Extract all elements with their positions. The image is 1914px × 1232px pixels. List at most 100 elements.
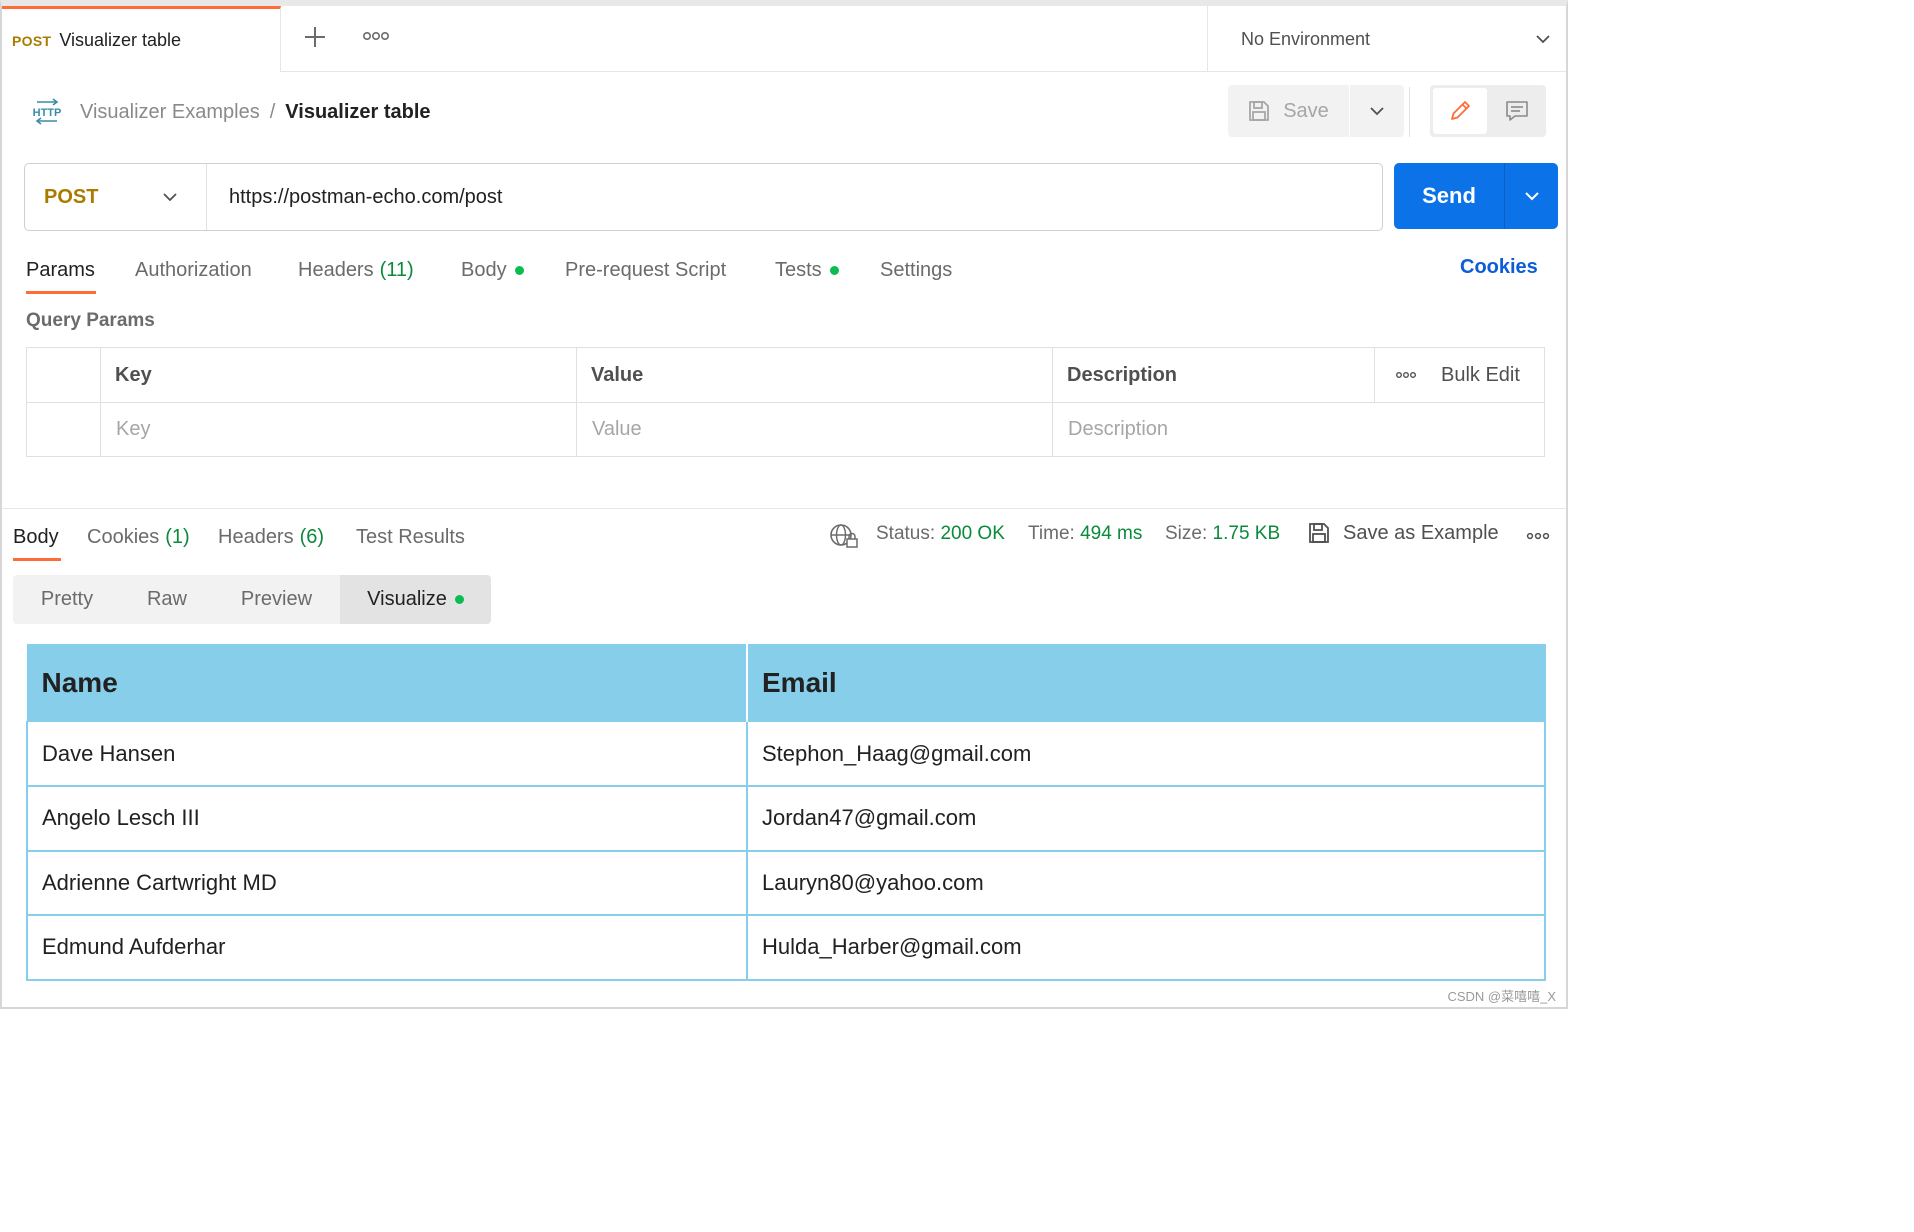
save-as-example-button[interactable]: Save as Example <box>1307 521 1499 545</box>
column-header-name: Name <box>26 644 748 722</box>
tab-count: (1) <box>165 525 190 548</box>
response-tab-cookies[interactable]: Cookies (1) <box>87 523 190 551</box>
tab-settings[interactable]: Settings <box>880 256 952 284</box>
size-value[interactable]: 1.75 KB <box>1213 523 1281 544</box>
comments-button[interactable] <box>1490 88 1544 134</box>
tab-bar: POST Visualizer table No Environment <box>2 6 1566 72</box>
table-divider <box>27 402 1544 403</box>
table-row: Adrienne Cartwright MD Lauryn80@yahoo.co… <box>26 850 1546 916</box>
format-visualize[interactable]: Visualize <box>340 575 491 624</box>
active-response-tab-underline <box>13 558 61 561</box>
send-button-group: Send <box>1394 163 1558 229</box>
save-label: Save <box>1283 99 1329 122</box>
breadcrumb-separator: / <box>269 100 276 123</box>
tab-headers[interactable]: Headers (11) <box>298 256 414 284</box>
pencil-icon <box>1451 101 1470 120</box>
cell-name: Edmund Aufderhar <box>26 914 748 981</box>
network-globe-icon[interactable] <box>829 522 859 550</box>
format-pretty[interactable]: Pretty <box>13 575 121 624</box>
bulk-edit-button[interactable]: Bulk Edit <box>1441 348 1520 402</box>
tab-tests[interactable]: Tests <box>775 256 839 284</box>
tab-label: Body <box>13 525 59 548</box>
table-row: Dave Hansen Stephon_Haag@gmail.com <box>26 721 1546 787</box>
breadcrumb-collection[interactable]: Visualizer Examples <box>80 101 260 124</box>
save-icon <box>1249 101 1270 121</box>
url-input[interactable]: https://postman-echo.com/post <box>229 164 502 230</box>
description-input[interactable]: Description <box>1068 403 1168 456</box>
tab-more-icon[interactable] <box>362 28 390 44</box>
breadcrumb: Visualizer Examples / Visualizer table <box>80 98 431 126</box>
watermark: CSDN @菜嘻嘻_X <box>1447 989 1556 1004</box>
table-header-row: Name Email <box>26 644 1546 722</box>
tab-label: Pre-request Script <box>565 258 727 281</box>
value-input[interactable]: Value <box>592 403 642 456</box>
edit-mode-button[interactable] <box>1433 88 1487 134</box>
tab-label: Headers <box>298 258 374 281</box>
mode-toggle <box>1430 85 1546 137</box>
active-tab-underline <box>26 291 96 294</box>
request-tab-method: POST <box>12 32 52 49</box>
cell-email: Lauryn80@yahoo.com <box>746 850 1546 916</box>
response-tab-headers[interactable]: Headers (6) <box>218 523 324 551</box>
method-select[interactable]: POST <box>25 164 207 230</box>
chevron-down-icon <box>1536 35 1550 44</box>
query-params-title: Query Params <box>26 310 155 331</box>
http-icon-label: HTTP <box>33 107 62 119</box>
tab-label: Headers <box>218 525 294 548</box>
breadcrumb-request-name[interactable]: Visualizer table <box>285 101 430 124</box>
column-header-key: Key <box>115 363 152 386</box>
send-button[interactable]: Send <box>1394 163 1504 229</box>
response-divider <box>2 508 1566 509</box>
new-tab-plus-icon[interactable] <box>302 22 328 52</box>
environment-select[interactable]: No Environment <box>1207 6 1566 72</box>
table-divider <box>1374 348 1375 402</box>
save-as-example-label: Save as Example <box>1343 521 1499 544</box>
request-tab-title: Visualizer table <box>59 30 182 50</box>
save-dropdown-button[interactable] <box>1350 85 1404 137</box>
url-bar: POST https://postman-echo.com/post <box>24 163 1383 231</box>
http-request-icon: HTTP <box>33 98 62 125</box>
chevron-down-icon <box>1524 192 1539 201</box>
response-status: Status: 200 OK <box>876 523 1005 545</box>
more-options-icon[interactable] <box>1395 368 1417 382</box>
comment-icon <box>1506 101 1528 121</box>
tab-label: Authorization <box>135 258 252 281</box>
response-tab-body[interactable]: Body <box>13 523 59 551</box>
more-options-icon[interactable] <box>1526 529 1550 543</box>
visualizer-table: Name Email Dave Hansen Stephon_Haag@gmai… <box>26 644 1546 981</box>
send-dropdown-button[interactable] <box>1505 163 1558 229</box>
method-label: POST <box>44 185 99 208</box>
tab-label: Test Results <box>356 525 465 548</box>
tab-authorization[interactable]: Authorization <box>135 256 252 284</box>
chevron-down-icon <box>163 193 177 202</box>
tab-label: Params <box>26 258 95 281</box>
response-tab-test-results[interactable]: Test Results <box>356 523 465 551</box>
chevron-down-icon <box>1370 107 1384 116</box>
save-button[interactable]: Save <box>1228 85 1348 137</box>
size-label: Size: <box>1165 523 1208 544</box>
status-value[interactable]: 200 OK <box>940 523 1004 544</box>
cell-email: Hulda_Harber@gmail.com <box>746 914 1546 981</box>
table-divider <box>576 348 577 456</box>
toolbar-divider <box>1409 87 1410 137</box>
table-divider <box>100 348 101 456</box>
table-divider <box>1052 348 1053 456</box>
status-dot <box>454 595 464 604</box>
format-raw[interactable]: Raw <box>121 575 213 624</box>
format-visualize-label: Visualize <box>367 588 447 610</box>
cell-name: Adrienne Cartwright MD <box>26 850 748 916</box>
time-value[interactable]: 494 ms <box>1080 523 1142 544</box>
format-preview[interactable]: Preview <box>213 575 340 624</box>
cookies-link[interactable]: Cookies <box>1460 256 1538 279</box>
tab-label: Cookies <box>87 525 160 548</box>
response-size: Size: 1.75 KB <box>1165 523 1280 545</box>
tab-pre-request-script[interactable]: Pre-request Script <box>565 256 726 284</box>
request-tab-active[interactable]: POST Visualizer table <box>2 6 281 72</box>
tab-params[interactable]: Params <box>26 256 95 284</box>
query-params-table: Key Value Description Bulk Edit Key Valu… <box>26 347 1545 457</box>
status-dot <box>514 265 524 275</box>
key-input[interactable]: Key <box>116 403 150 456</box>
status-dot <box>829 265 839 275</box>
time-label: Time: <box>1028 523 1075 544</box>
tab-body[interactable]: Body <box>461 256 524 284</box>
